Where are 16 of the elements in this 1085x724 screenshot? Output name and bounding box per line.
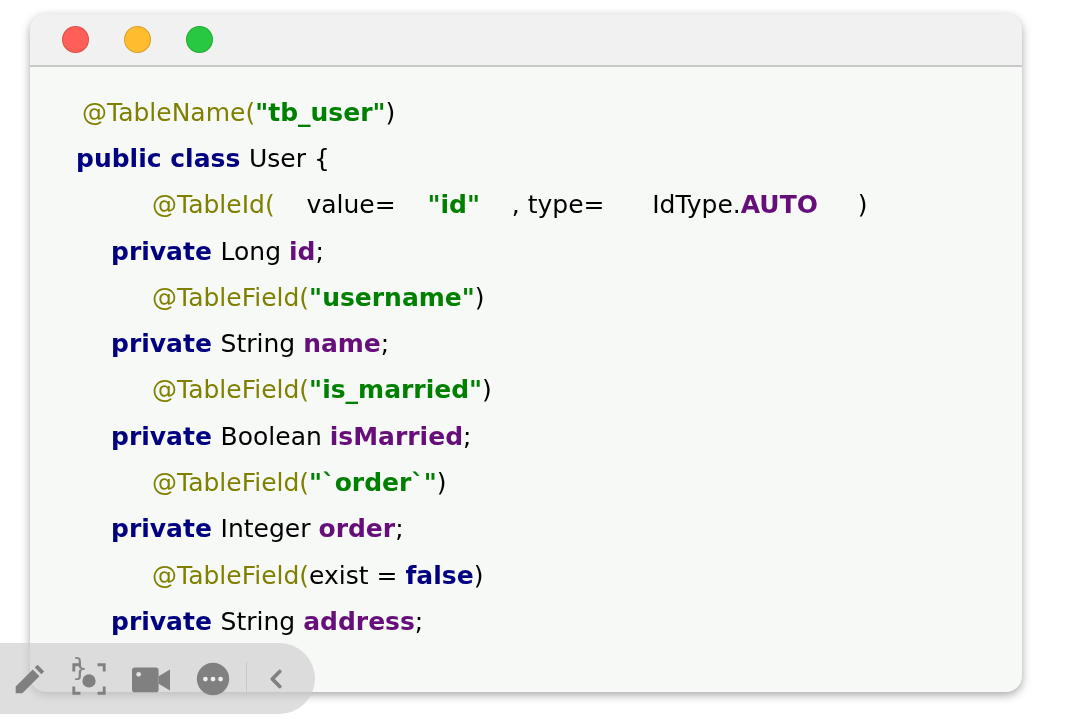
window-control-button[interactable] — [62, 26, 89, 53]
code-line: private Long id; — [111, 235, 324, 268]
window-control-button[interactable] — [124, 26, 151, 53]
code-line: @TableName("tb_user") — [82, 96, 396, 129]
code-line: @TableField(exist = false) — [152, 559, 484, 592]
code-line: private String address; — [111, 605, 424, 638]
window-control-button[interactable] — [186, 26, 213, 53]
code-line: } — [72, 652, 88, 685]
code-line: public class User { — [76, 142, 330, 175]
code-line: private Boolean isMarried; — [111, 420, 472, 453]
code-line: @TableField("is_married") — [152, 374, 492, 407]
code-line: private Integer order; — [111, 513, 404, 546]
code-line: private String name; — [111, 328, 390, 361]
code-line: @TableField("username") — [152, 281, 485, 314]
code-line: @TableId( value= "id" , type= IdType.AUTO ) — [152, 189, 868, 222]
code-line: @TableField("`order`") — [152, 467, 447, 499]
